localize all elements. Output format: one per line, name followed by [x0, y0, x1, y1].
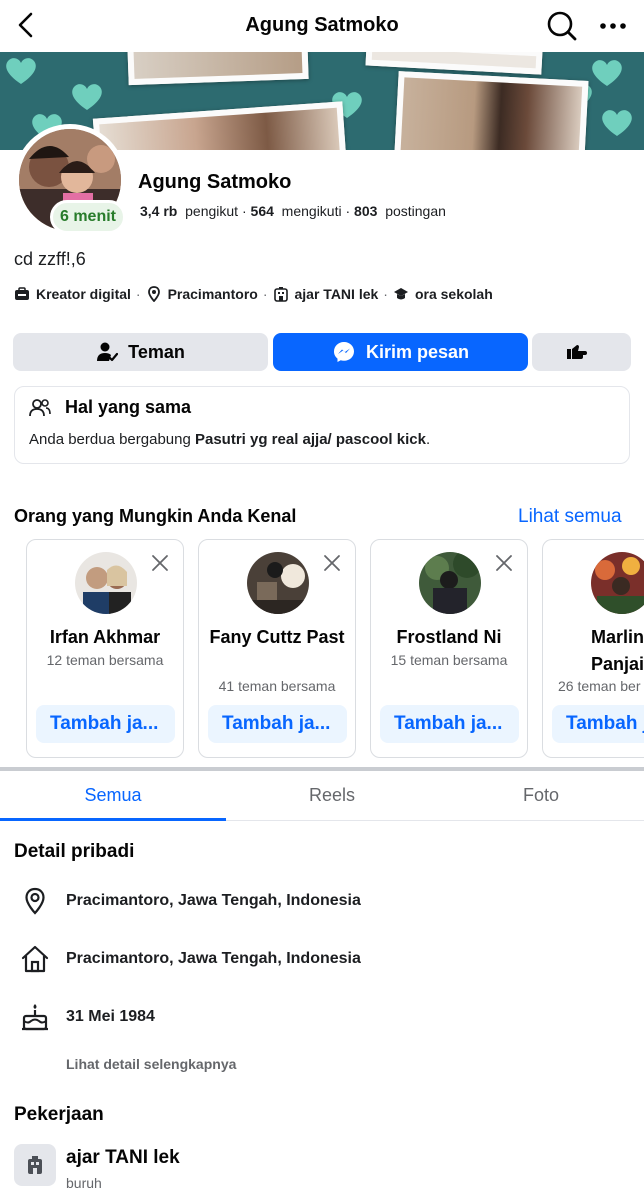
intro-education[interactable]: ora sekolah [393, 286, 493, 302]
followers-label[interactable]: pengikut [185, 203, 238, 219]
more-options-icon[interactable] [596, 12, 630, 40]
pymk-avatar[interactable] [591, 552, 644, 614]
pymk-mutual-friends: 12 teman bersama [46, 652, 164, 668]
poke-hand-icon [566, 345, 587, 359]
profile-stats: 3,4 rb pengikut · 564 mengikuti · 803 po… [140, 203, 446, 219]
following-label[interactable]: mengikuti [282, 203, 342, 219]
intro-work[interactable]: ajar TANI lek [273, 286, 379, 302]
current-city-text: Pracimantoro, Jawa Tengah, Indonesia [66, 892, 361, 909]
posts-label: postingan [385, 203, 446, 219]
close-icon[interactable] [323, 554, 341, 572]
cover-collage-photo [393, 71, 589, 150]
briefcase-icon [15, 287, 29, 300]
send-message-button[interactable]: Kirim pesan [273, 333, 528, 371]
work-building-icon [14, 1144, 56, 1186]
add-friend-button[interactable]: Tambah ja... [208, 705, 347, 743]
home-icon [21, 945, 49, 973]
see-more-details-link[interactable]: Lihat detail selengkapnya [66, 1056, 236, 1072]
heart-pattern [592, 60, 622, 86]
pymk-card[interactable]: Marlin Panjaita 26 teman ber Tambah j [542, 539, 644, 758]
birthday-text: 31 Mei 1984 [66, 1008, 155, 1025]
common-group-name[interactable]: Pasutri yg real ajja/ pascool kick [195, 431, 426, 448]
cover-collage-photo [127, 52, 309, 86]
location-pin-icon [147, 286, 160, 302]
detail-hometown[interactable]: Pracimantoro, Jawa Tengah, Indonesia [20, 944, 361, 974]
add-friend-button[interactable]: Tambah ja... [36, 705, 175, 743]
intro-chips: Kreator digital · Pracimantoro · ajar TA… [14, 286, 493, 302]
personal-details-title: Detail pribadi [14, 841, 135, 862]
heart-pattern [602, 110, 632, 136]
tab-foto[interactable]: Foto [438, 771, 644, 820]
detail-birthday[interactable]: 31 Mei 1984 [20, 1002, 155, 1032]
close-icon[interactable] [151, 554, 169, 572]
friends-button[interactable]: Teman [13, 333, 268, 371]
posts-count: 803 [354, 203, 378, 219]
pymk-avatar[interactable] [419, 552, 481, 614]
intro-category-label: Kreator digital [36, 286, 131, 302]
cover-collage-photo [365, 52, 543, 75]
building-icon [273, 287, 288, 302]
work-section-title: Pekerjaan [14, 1104, 104, 1125]
intro-location[interactable]: Pracimantoro [146, 286, 258, 302]
common-interests-card[interactable]: Hal yang sama Anda berdua bergabung Pasu… [14, 386, 630, 464]
active-status-badge: 6 menit [50, 200, 126, 234]
friends-button-label: Teman [128, 341, 185, 362]
common-interests-text: Anda berdua bergabung Pasutri yg real aj… [29, 431, 431, 448]
hometown-text: Pracimantoro, Jawa Tengah, Indonesia [66, 950, 361, 967]
pymk-card[interactable]: Fany Cuttz Past 41 teman bersama Tambah … [198, 539, 356, 758]
pymk-name[interactable]: Marlin Panjaita [557, 624, 644, 678]
profile-bio: cd zzff!,6 [14, 249, 86, 269]
intro-location-label: Pracimantoro [167, 286, 258, 302]
detail-current-city[interactable]: Pracimantoro, Jawa Tengah, Indonesia [20, 886, 361, 916]
common-interests-header: Hal yang sama [29, 397, 191, 418]
add-friend-button[interactable]: Tambah ja... [380, 705, 519, 743]
followers-count[interactable]: 3,4 rb [140, 203, 177, 219]
birthday-cake-icon [22, 1004, 48, 1031]
pymk-card[interactable]: Frostland Ni 15 teman bersama Tambah ja.… [370, 539, 528, 758]
poke-button[interactable] [532, 333, 631, 371]
common-interests-title: Hal yang sama [65, 397, 192, 417]
pymk-name[interactable]: Irfan Akhmar [31, 624, 179, 651]
tab-semua[interactable]: Semua [0, 771, 226, 821]
pymk-card[interactable]: Irfan Akhmar 12 teman bersama Tambah ja.… [26, 539, 184, 758]
add-friend-button[interactable]: Tambah j [552, 705, 644, 743]
send-message-label: Kirim pesan [365, 341, 470, 362]
intro-category[interactable]: Kreator digital [14, 286, 131, 302]
messenger-icon [333, 342, 354, 362]
heart-pattern [6, 58, 36, 84]
intro-education-label: ora sekolah [414, 286, 493, 302]
close-icon[interactable] [495, 554, 513, 572]
pymk-title: Orang yang Mungkin Anda Kenal [14, 506, 297, 526]
profile-name: Agung Satmoko [138, 171, 292, 193]
intro-work-label: ajar TANI lek [294, 286, 379, 302]
pymk-name[interactable]: Fany Cuttz Past [203, 624, 351, 651]
work-role: buruh [66, 1175, 102, 1191]
tab-reels[interactable]: Reels [226, 771, 438, 820]
friend-check-icon [97, 342, 119, 362]
profile-tabs: Semua Reels Foto [0, 771, 644, 821]
heart-pattern [72, 84, 102, 110]
pymk-avatar[interactable] [247, 552, 309, 614]
pymk-name[interactable]: Frostland Ni [375, 624, 523, 651]
top-bar: Agung Satmoko [0, 0, 644, 52]
pymk-mutual-friends: 26 teman ber [558, 678, 641, 694]
pymk-see-all-link[interactable]: Lihat semua [518, 506, 622, 528]
pymk-mutual-friends: 15 teman bersama [390, 652, 508, 668]
pymk-mutual-friends: 41 teman bersama [218, 678, 336, 694]
search-icon[interactable] [546, 10, 578, 42]
cover-collage-photo [92, 101, 348, 150]
people-group-icon [29, 398, 51, 416]
work-employer[interactable]: ajar TANI lek [66, 1147, 180, 1169]
location-pin-icon [25, 887, 45, 915]
following-count[interactable]: 564 [251, 203, 274, 219]
graduation-cap-icon [393, 288, 408, 300]
pymk-avatar[interactable] [75, 552, 137, 614]
